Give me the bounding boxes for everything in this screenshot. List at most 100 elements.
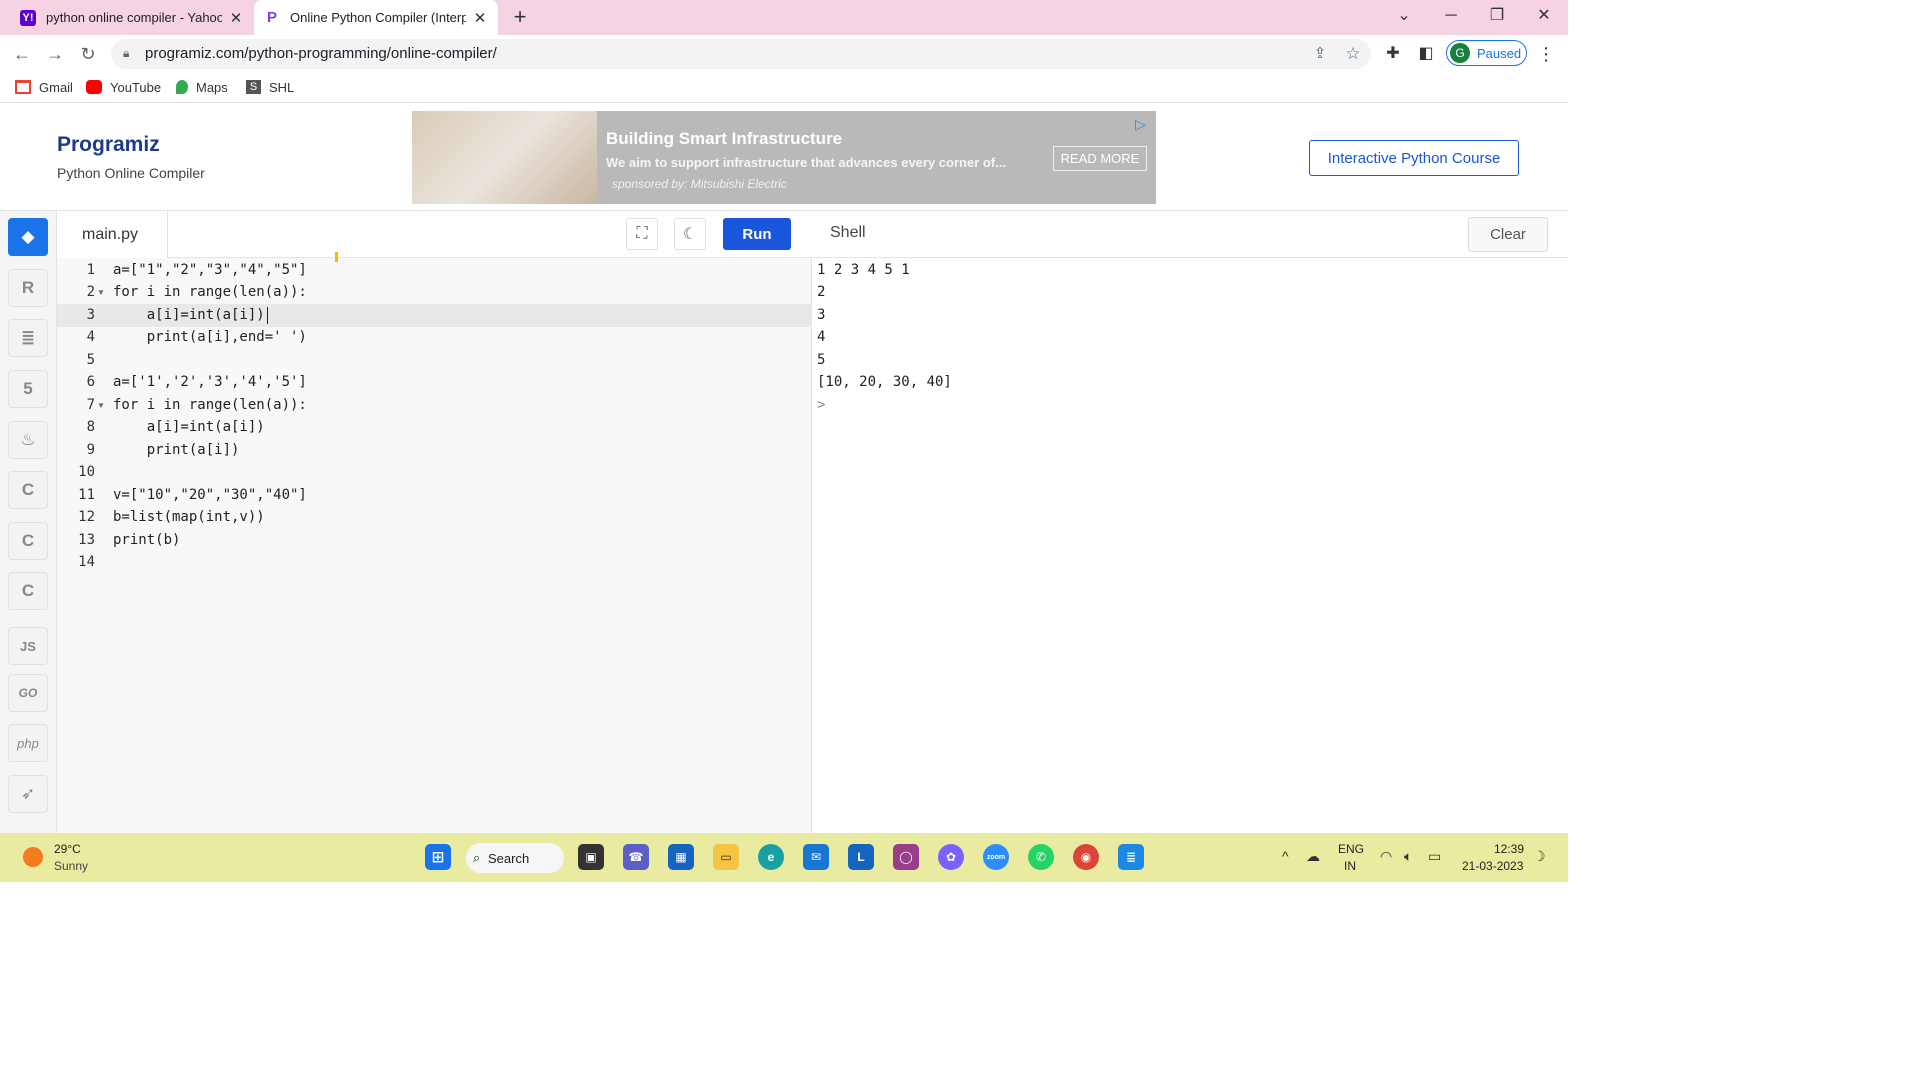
wifi-icon[interactable]: ◠ [1380, 848, 1392, 865]
javascript-icon[interactable]: JS [8, 627, 48, 665]
edge-icon[interactable]: e [758, 844, 784, 870]
zoom-icon[interactable]: zoom [983, 844, 1009, 870]
code-line[interactable]: a[i]=int(a[i]) [113, 304, 265, 327]
java-icon[interactable]: ♨ [8, 421, 48, 459]
ad-banner[interactable]: Building Smart Infrastructure We aim to … [412, 111, 1156, 204]
python-icon[interactable]: ◆ [8, 218, 48, 256]
interactive-course-button[interactable]: Interactive Python Course [1309, 140, 1519, 176]
share-icon[interactable]: ⇪ [1308, 42, 1332, 66]
yahoo-favicon-icon: Y! [20, 9, 36, 26]
weather-temperature[interactable]: 29°C [54, 842, 81, 856]
bookmark-shl[interactable]: S SHL [246, 78, 294, 96]
code-line[interactable]: b=list(map(int,v)) [113, 506, 265, 529]
r-icon[interactable]: R [8, 269, 48, 307]
code-line[interactable]: v=["10","20","30","40"] [113, 484, 307, 507]
code-line[interactable]: print(b) [113, 529, 180, 552]
browser-tab-programiz[interactable]: P Online Python Compiler (Interpre ✕ [254, 0, 498, 35]
mail-icon[interactable]: ✉ [803, 844, 829, 870]
code-line[interactable]: a=['1','2','3','4','5'] [113, 371, 307, 394]
taskbar-search[interactable]: ⌕ Search [466, 843, 564, 873]
code-line[interactable]: a=["1","2","3","4","5"] [113, 259, 307, 282]
sun-icon[interactable] [23, 847, 43, 867]
browser-tab-yahoo[interactable]: Y! python online compiler - Yahoo I ✕ [10, 0, 254, 35]
run-button[interactable]: Run [723, 218, 791, 250]
clear-button[interactable]: Clear [1468, 217, 1548, 252]
ad-read-more-button[interactable]: READ MORE [1053, 146, 1147, 171]
side-panel-icon[interactable]: ◧ [1414, 42, 1438, 66]
volume-icon[interactable]: 🔈︎ [1404, 848, 1412, 865]
code-line[interactable]: print(a[i],end=' ') [113, 326, 307, 349]
programiz-logo[interactable]: Programiz [57, 133, 160, 157]
extensions-icon[interactable]: ✚ [1381, 42, 1405, 66]
star-icon[interactable]: ☆ [1341, 42, 1365, 66]
c-icon[interactable]: C [8, 471, 48, 509]
youtube-icon [86, 80, 102, 94]
swift-icon[interactable]: ➶ [8, 775, 48, 813]
lock-icon[interactable]: 🔒︎ [123, 46, 129, 61]
teams-chat-icon[interactable]: ☎ [623, 844, 649, 870]
forward-icon[interactable]: → [43, 42, 67, 66]
code-line[interactable]: for i in range(len(a)): [113, 281, 307, 304]
url-text[interactable]: programiz.com/python-programming/online-… [145, 45, 497, 62]
minimize-icon[interactable]: ─ [1439, 6, 1463, 26]
bookmark-gmail[interactable]: Gmail [15, 78, 73, 96]
output-line: 5 [817, 352, 826, 368]
shell-prompt[interactable]: > [817, 394, 825, 417]
html5-icon[interactable]: 5 [8, 370, 48, 408]
bookmark-maps[interactable]: Maps [176, 78, 228, 96]
onedrive-cloud-icon[interactable]: ☁ [1306, 848, 1320, 865]
cpp-icon[interactable]: C [8, 522, 48, 560]
notepad-icon[interactable]: ≣ [1118, 844, 1144, 870]
window-close-icon[interactable]: ✕ [1532, 6, 1556, 26]
battery-icon[interactable]: ▭ [1428, 848, 1441, 865]
code-line[interactable]: for i in range(len(a)): [113, 394, 307, 417]
line-number: 13 [78, 532, 95, 548]
input-region[interactable]: IN [1344, 859, 1356, 873]
profile-button[interactable]: G Paused [1446, 40, 1527, 66]
new-tab-icon[interactable]: + [508, 6, 532, 28]
sql-database-icon[interactable]: ≣ [8, 319, 48, 357]
file-explorer-icon[interactable]: ▭ [713, 844, 739, 870]
code-line[interactable]: a[i]=int(a[i]) [113, 416, 265, 439]
weather-condition[interactable]: Sunny [54, 859, 88, 873]
code-line[interactable]: print(a[i]) [113, 439, 240, 462]
output-line: 1 2 3 4 5 1 [817, 262, 910, 278]
chrome-icon[interactable]: ◉ [1073, 844, 1099, 870]
clock-date[interactable]: 21-03-2023 [1462, 859, 1523, 873]
store-icon[interactable]: ▦ [668, 844, 694, 870]
fold-arrow-icon[interactable]: ▼ [97, 288, 105, 297]
chevron-up-icon[interactable]: ^ [1282, 848, 1289, 864]
clock-time[interactable]: 12:39 [1494, 842, 1524, 856]
windows-start-icon[interactable]: ⊞ [425, 844, 451, 870]
php-icon[interactable]: php [8, 724, 48, 762]
back-icon[interactable]: ← [10, 42, 34, 66]
menu-icon[interactable]: ⋮ [1534, 42, 1558, 66]
shell-output[interactable] [813, 258, 1568, 833]
task-view-icon[interactable]: ▣ [578, 844, 604, 870]
app-icon[interactable]: ◯ [893, 844, 919, 870]
go-icon[interactable]: GO [8, 674, 48, 712]
output-line: 2 [817, 284, 826, 300]
output-line: 3 [817, 307, 826, 323]
photos-icon[interactable]: ✿ [938, 844, 964, 870]
close-icon[interactable]: ✕ [472, 9, 488, 27]
csharp-icon[interactable]: C [8, 572, 48, 610]
restore-icon[interactable]: ❐ [1485, 6, 1509, 26]
whatsapp-icon[interactable]: ✆ [1028, 844, 1054, 870]
focus-moon-icon[interactable]: ☽ [1533, 848, 1546, 865]
close-icon[interactable]: ✕ [228, 9, 244, 27]
fold-arrow-icon[interactable]: ▼ [97, 401, 105, 410]
ad-image [412, 111, 597, 204]
reload-icon[interactable]: ↻ [76, 42, 100, 66]
input-language[interactable]: ENG [1338, 842, 1364, 856]
l-app-icon[interactable]: L [848, 844, 874, 870]
taskbar [0, 833, 1568, 882]
tab-search-chevron-icon[interactable]: ⌄ [1392, 6, 1416, 26]
dark-mode-moon-icon[interactable]: ☾ [674, 218, 706, 250]
ad-description: We aim to support infrastructure that ad… [606, 155, 1006, 170]
ad-choices-icon[interactable]: ▷ [1135, 116, 1146, 133]
search-icon: ⌕ [473, 850, 481, 865]
fullscreen-icon[interactable]: ⛶ [626, 218, 658, 250]
bookmark-youtube[interactable]: YouTube [86, 78, 161, 96]
file-tab[interactable]: main.py [57, 211, 168, 258]
